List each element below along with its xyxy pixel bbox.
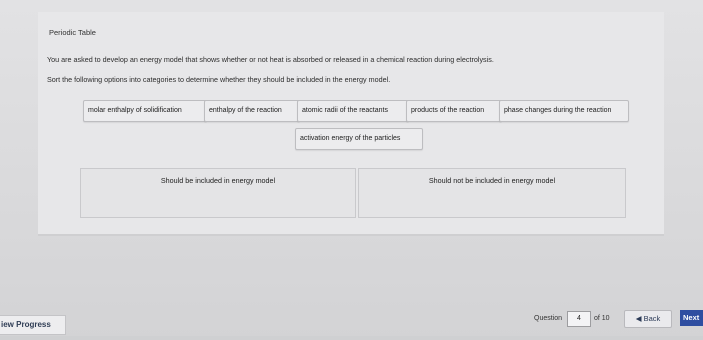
instructions-line-1: You are asked to develop an energy model… bbox=[47, 55, 494, 64]
option-products[interactable]: products of the reaction bbox=[406, 100, 502, 122]
review-progress-button[interactable]: iew Progress bbox=[0, 315, 66, 335]
option-phase-changes[interactable]: phase changes during the reaction bbox=[499, 100, 629, 122]
drop-zone-exclude-label: Should not be included in energy model bbox=[428, 176, 556, 185]
drop-zone-exclude[interactable]: Should not be included in energy model bbox=[358, 168, 626, 218]
question-label: Question bbox=[534, 315, 563, 322]
bottom-divider bbox=[0, 336, 703, 340]
question-total-label: of 10 bbox=[594, 315, 610, 322]
option-atomic-radii[interactable]: atomic radii of the reactants bbox=[297, 100, 409, 122]
option-activation-energy[interactable]: activation energy of the particles bbox=[295, 128, 423, 150]
option-enthalpy-reaction[interactable]: enthalpy of the reaction bbox=[204, 100, 300, 122]
back-button[interactable]: ◀ Back bbox=[624, 310, 672, 328]
footer-bar: iew Progress Question 4 of 10 ◀ Back Nex… bbox=[0, 300, 703, 340]
back-label: Back bbox=[643, 314, 661, 323]
question-number-input[interactable]: 4 bbox=[567, 311, 591, 327]
section-title: Periodic Table bbox=[49, 28, 96, 37]
question-panel: Periodic Table You are asked to develop … bbox=[38, 12, 664, 236]
instructions-line-2: Sort the following options into categori… bbox=[47, 75, 391, 84]
screen-photo: Periodic Table You are asked to develop … bbox=[0, 0, 703, 340]
option-molar-enthalpy[interactable]: molar enthalpy of solidification bbox=[83, 100, 207, 122]
chevron-left-icon: ◀ bbox=[635, 314, 642, 323]
drop-zone-include[interactable]: Should be included in energy model bbox=[80, 168, 356, 218]
next-button[interactable]: Next bbox=[680, 310, 703, 326]
drop-zone-include-label: Should be included in energy model bbox=[160, 176, 276, 185]
